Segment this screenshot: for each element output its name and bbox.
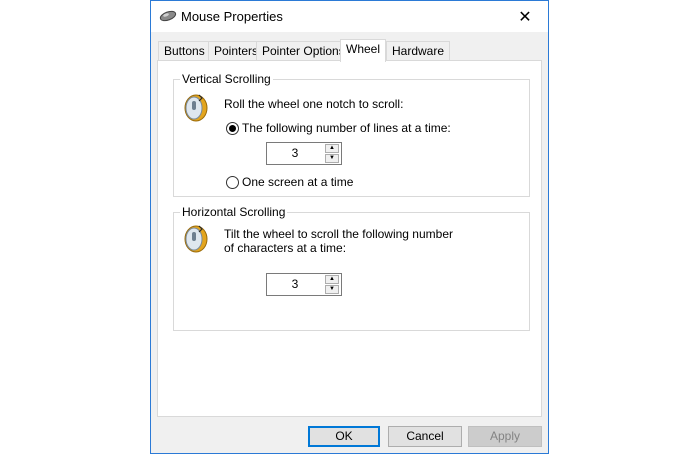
vertical-instruction: Roll the wheel one notch to scroll: [224,97,404,111]
one-screen-radio[interactable] [226,176,239,189]
chars-value[interactable]: 3 [267,274,323,295]
mouse-wheel-icon [184,225,208,253]
lines-radio-label[interactable]: The following number of lines at a time: [242,121,451,135]
chars-up-button[interactable]: ▲ [325,275,339,284]
ok-button[interactable]: OK [308,426,380,447]
tab-pointer-options[interactable]: Pointer Options [256,41,351,60]
lines-up-button[interactable]: ▲ [325,144,339,153]
mouse-icon [159,10,177,22]
wheel-tab-panel: Vertical Scrolling Roll the wheel one no… [157,60,542,417]
chars-stepper[interactable]: 3 ▲ ▼ [266,273,342,296]
radio-selected-dot [229,125,236,132]
window-title: Mouse Properties [181,9,283,24]
one-screen-radio-label[interactable]: One screen at a time [242,175,353,189]
arrow-down-icon: ▼ [329,286,335,292]
chars-down-button[interactable]: ▼ [325,285,339,294]
arrow-up-icon: ▲ [329,145,335,151]
title-bar[interactable]: Mouse Properties ✕ [151,1,548,32]
vertical-scrolling-label: Vertical Scrolling [180,72,273,86]
mouse-properties-dialog: Mouse Properties ✕ Buttons Pointers Poin… [150,0,549,454]
tab-buttons[interactable]: Buttons [158,41,211,60]
cancel-button[interactable]: Cancel [388,426,462,447]
horizontal-instruction-line2: of characters at a time: [224,241,347,255]
arrow-down-icon: ▼ [329,155,335,161]
lines-radio[interactable] [226,122,239,135]
lines-value[interactable]: 3 [267,143,323,164]
close-icon: ✕ [518,8,532,26]
horizontal-instruction-line1: Tilt the wheel to scroll the following n… [224,227,453,241]
horizontal-scrolling-label: Horizontal Scrolling [180,205,288,219]
vertical-scrolling-group: Vertical Scrolling Roll the wheel one no… [173,72,530,197]
apply-button[interactable]: Apply [468,426,542,447]
arrow-up-icon: ▲ [329,276,335,282]
mouse-wheel-icon [184,94,208,122]
close-button[interactable]: ✕ [502,1,548,32]
lines-down-button[interactable]: ▼ [325,154,339,163]
horizontal-scrolling-group: Horizontal Scrolling Tilt the wheel to s… [173,205,530,331]
lines-stepper[interactable]: 3 ▲ ▼ [266,142,342,165]
tab-wheel[interactable]: Wheel [340,39,387,62]
tab-hardware[interactable]: Hardware [386,41,451,60]
